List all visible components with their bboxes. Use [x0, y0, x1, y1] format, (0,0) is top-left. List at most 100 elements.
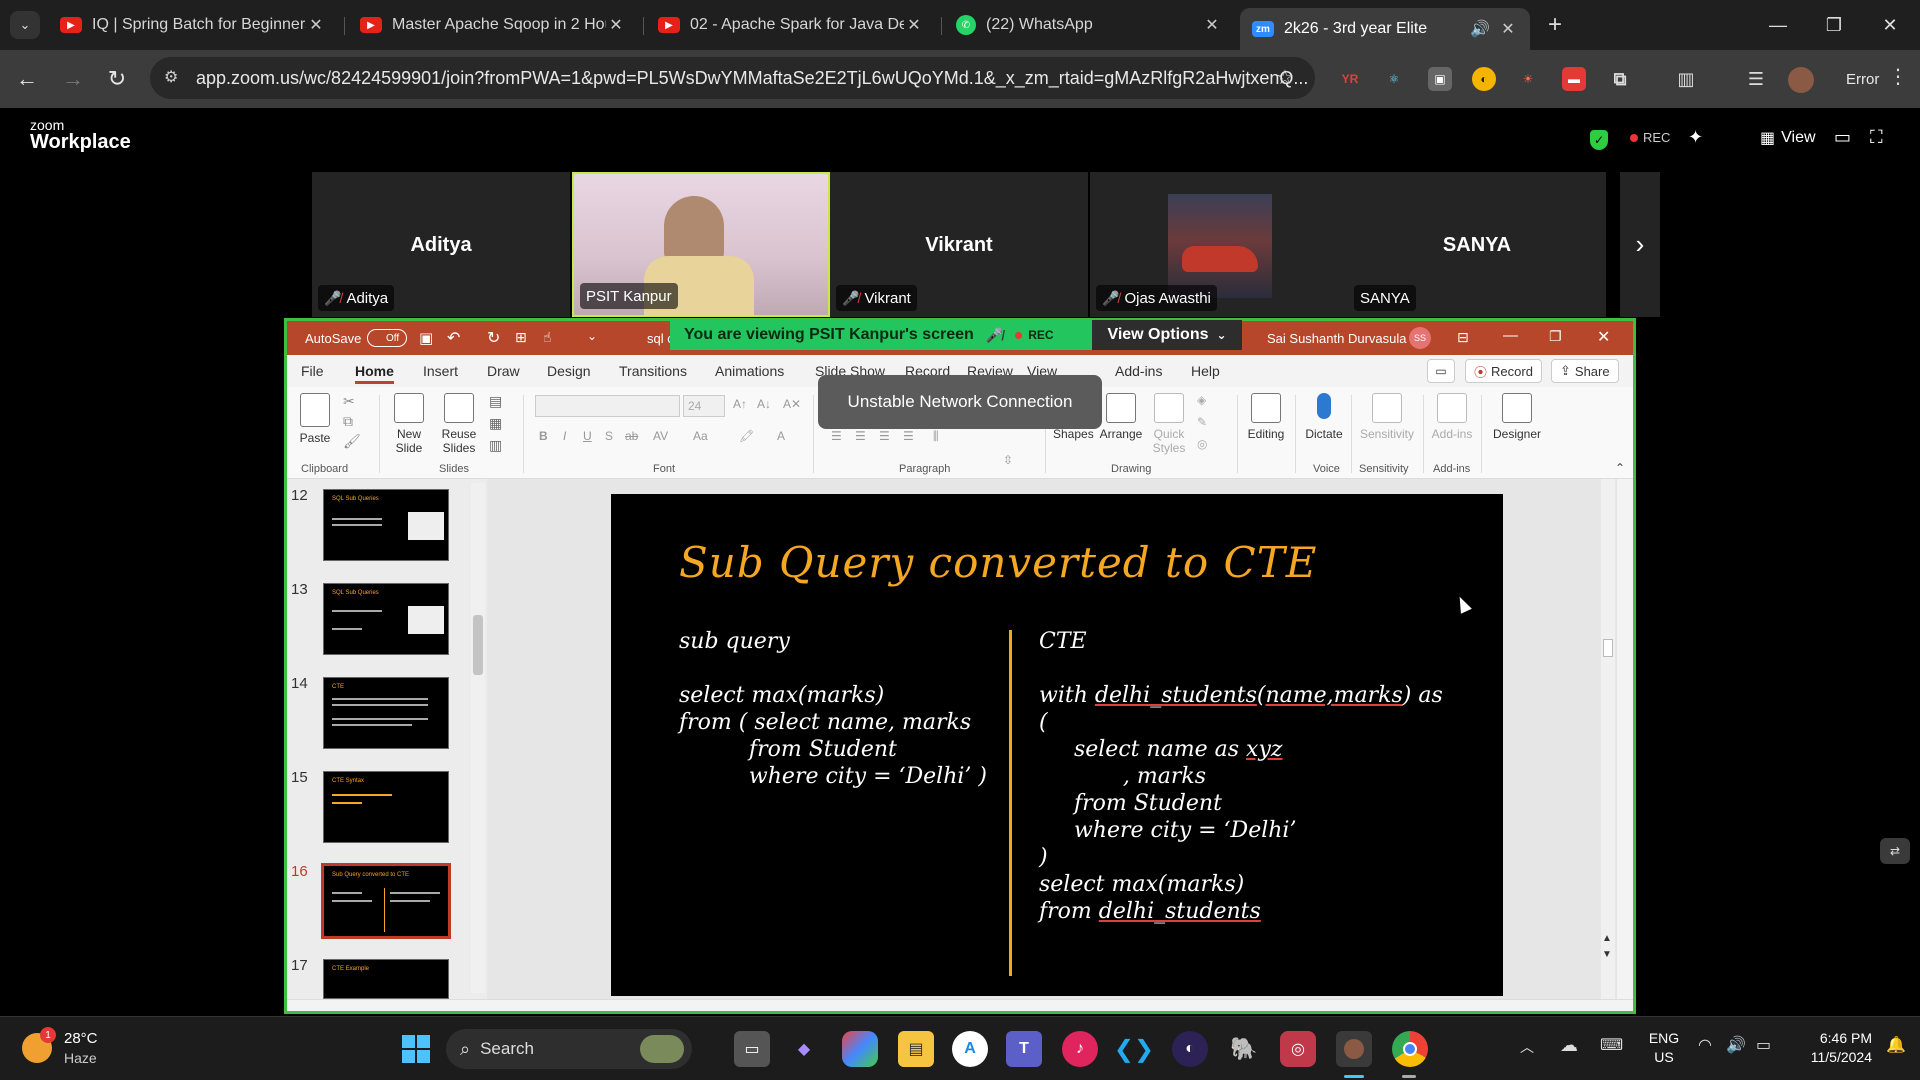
- pp-close-button[interactable]: ✕: [1597, 327, 1610, 347]
- save-icon[interactable]: ▣: [419, 329, 433, 347]
- postgres-icon[interactable]: 🐘: [1226, 1031, 1262, 1067]
- reset-icon[interactable]: ▦: [489, 415, 502, 432]
- close-window-button[interactable]: ✕: [1862, 0, 1918, 50]
- thumbnail-scrollbar[interactable]: [471, 483, 485, 993]
- participant-tile[interactable]: 🎤̸ Ojas Awasthi: [1090, 172, 1348, 317]
- prev-slide-icon[interactable]: ▲: [1602, 933, 1612, 944]
- fullscreen-icon[interactable]: ⛶: [1870, 127, 1883, 148]
- tab-insert[interactable]: Insert: [423, 363, 458, 379]
- pip-icon[interactable]: ▭: [1834, 127, 1851, 148]
- extension-react-icon[interactable]: ⚛: [1382, 67, 1406, 91]
- extensions-puzzle-icon[interactable]: ⧉: [1608, 67, 1632, 91]
- copilot-icon[interactable]: ◆: [786, 1031, 822, 1067]
- font-size-select[interactable]: 24: [683, 395, 725, 417]
- restore-button[interactable]: ❐: [1806, 0, 1862, 50]
- char-spacing-icon[interactable]: AV: [653, 429, 668, 443]
- reading-mode-icon[interactable]: ▥: [1674, 67, 1698, 91]
- clear-format-icon[interactable]: A✕: [783, 397, 801, 411]
- speaker-icon[interactable]: 🔊: [1470, 19, 1490, 39]
- extension-audio-icon[interactable]: ◐: [1472, 67, 1496, 91]
- designer-button[interactable]: Designer: [1487, 393, 1547, 441]
- next-slide-icon[interactable]: ▼: [1602, 949, 1612, 960]
- onedrive-icon[interactable]: ☁: [1560, 1035, 1578, 1056]
- decrease-font-icon[interactable]: A↓: [757, 397, 771, 411]
- file-explorer-icon[interactable]: ▤: [898, 1031, 934, 1067]
- tab-search-chevron-icon[interactable]: ⌄: [10, 11, 40, 39]
- microsoft-365-icon[interactable]: [842, 1031, 878, 1067]
- touch-mode-icon[interactable]: ☝: [543, 329, 552, 346]
- media-control-icon[interactable]: ☰: [1744, 67, 1768, 91]
- arrange-button[interactable]: Arrange: [1099, 393, 1143, 441]
- share-button[interactable]: ⇪ Share: [1551, 359, 1619, 383]
- tab-animations[interactable]: Animations: [715, 363, 784, 379]
- columns-icon[interactable]: ⫼: [933, 429, 939, 444]
- browser-tab-active[interactable]: zm 2k26 - 3rd year Elite 🔊 ✕: [1240, 8, 1530, 50]
- reload-icon[interactable]: ↻: [102, 64, 132, 94]
- windows-start-icon[interactable]: [398, 1031, 434, 1067]
- shadow-icon[interactable]: S: [605, 429, 613, 443]
- clock[interactable]: 6:46 PM 11/5/2024: [1792, 1029, 1872, 1067]
- tab-file[interactable]: File: [301, 363, 324, 379]
- participant-tile[interactable]: SANYA SANYA: [1348, 172, 1606, 317]
- undo-icon[interactable]: ↶: [447, 328, 460, 348]
- autosave-toggle[interactable]: Off: [367, 329, 407, 347]
- pp-restore-button[interactable]: ❐: [1549, 328, 1562, 345]
- browser-tab[interactable]: ▶ Master Apache Sqoop in 2 Hou ✕: [348, 8, 638, 42]
- tab-transitions[interactable]: Transitions: [619, 363, 687, 379]
- keyboard-icon[interactable]: ⌨: [1600, 1035, 1623, 1055]
- slide-thumbnail[interactable]: SQL Sub Queries: [323, 489, 449, 561]
- close-tab-icon[interactable]: ✕: [606, 15, 626, 35]
- eclipse-icon[interactable]: ◐: [1172, 1031, 1208, 1067]
- show-hidden-icons-icon[interactable]: ︿: [1520, 1037, 1534, 1057]
- strikethrough-icon[interactable]: ab: [625, 429, 638, 443]
- teams-icon[interactable]: T: [1006, 1031, 1042, 1067]
- extension-sun-icon[interactable]: ☀: [1516, 67, 1540, 91]
- tab-help[interactable]: Help: [1191, 363, 1220, 379]
- copy-icon[interactable]: ⧉: [343, 413, 353, 430]
- customize-qat-icon[interactable]: ⌄: [587, 329, 597, 343]
- close-tab-icon[interactable]: ✕: [1202, 15, 1222, 35]
- align-right-icon[interactable]: ☰: [879, 429, 890, 443]
- justify-icon[interactable]: ☰: [903, 429, 914, 443]
- vscode-icon[interactable]: ❮❯: [1114, 1031, 1154, 1067]
- new-tab-button[interactable]: +: [1540, 10, 1570, 40]
- sensitivity-button[interactable]: Sensitivity: [1355, 393, 1419, 441]
- editing-button[interactable]: Editing: [1243, 393, 1289, 441]
- new-slide-button[interactable]: New Slide: [387, 393, 431, 455]
- font-name-select[interactable]: [535, 395, 680, 417]
- minimize-button[interactable]: —: [1750, 0, 1806, 50]
- weather-widget[interactable]: 1 28°C Haze: [22, 1027, 142, 1071]
- site-info-icon[interactable]: ⚙: [164, 67, 178, 87]
- tab-add-ins[interactable]: Add-ins: [1115, 363, 1162, 379]
- bold-icon[interactable]: B: [539, 429, 548, 443]
- browser-tab[interactable]: ▶ IQ | Spring Batch for Beginners ✕: [48, 8, 338, 42]
- address-bar[interactable]: ⚙ app.zoom.us/wc/82424599901/join?fromPW…: [150, 57, 1315, 99]
- language-indicator[interactable]: ENG US: [1644, 1029, 1684, 1067]
- quick-styles-button[interactable]: Quick Styles: [1147, 393, 1191, 455]
- zoom-taskbar-icon[interactable]: [1336, 1031, 1372, 1067]
- align-text-icon[interactable]: ⇳: [1003, 453, 1013, 467]
- slide-thumbnail[interactable]: SQL Sub Queries: [323, 583, 449, 655]
- pp-minimize-button[interactable]: —: [1503, 327, 1518, 344]
- highlight-icon[interactable]: 🖍: [739, 429, 754, 443]
- screen-recorder-icon[interactable]: ◎: [1280, 1031, 1316, 1067]
- participant-tile[interactable]: Aditya 🎤̸ Aditya: [312, 172, 570, 317]
- slide-thumbnail[interactable]: CTE Syntax: [323, 771, 449, 843]
- tab-home[interactable]: Home: [355, 363, 394, 384]
- ai-companion-icon[interactable]: ✦: [1688, 127, 1703, 148]
- add-ins-button[interactable]: Add-ins: [1427, 393, 1477, 441]
- user-avatar[interactable]: SS: [1409, 327, 1431, 349]
- redo-icon[interactable]: ↻: [487, 328, 500, 348]
- section-icon[interactable]: ▥: [489, 437, 502, 454]
- browser-tab[interactable]: ✆ (22) WhatsApp ✕: [944, 8, 1234, 42]
- close-tab-icon[interactable]: ✕: [1498, 19, 1518, 39]
- view-options-button[interactable]: View Options ⌄: [1092, 320, 1242, 350]
- italic-icon[interactable]: I: [563, 429, 566, 443]
- encryption-shield-icon[interactable]: ✓: [1590, 130, 1608, 150]
- cut-icon[interactable]: ✂: [343, 393, 355, 410]
- align-left-icon[interactable]: ☰: [831, 429, 842, 443]
- change-case-icon[interactable]: Aa: [693, 429, 708, 443]
- dictate-button[interactable]: Dictate: [1301, 393, 1347, 441]
- notifications-icon[interactable]: 🔔: [1886, 1035, 1906, 1055]
- format-painter-icon[interactable]: 🖌: [343, 433, 361, 450]
